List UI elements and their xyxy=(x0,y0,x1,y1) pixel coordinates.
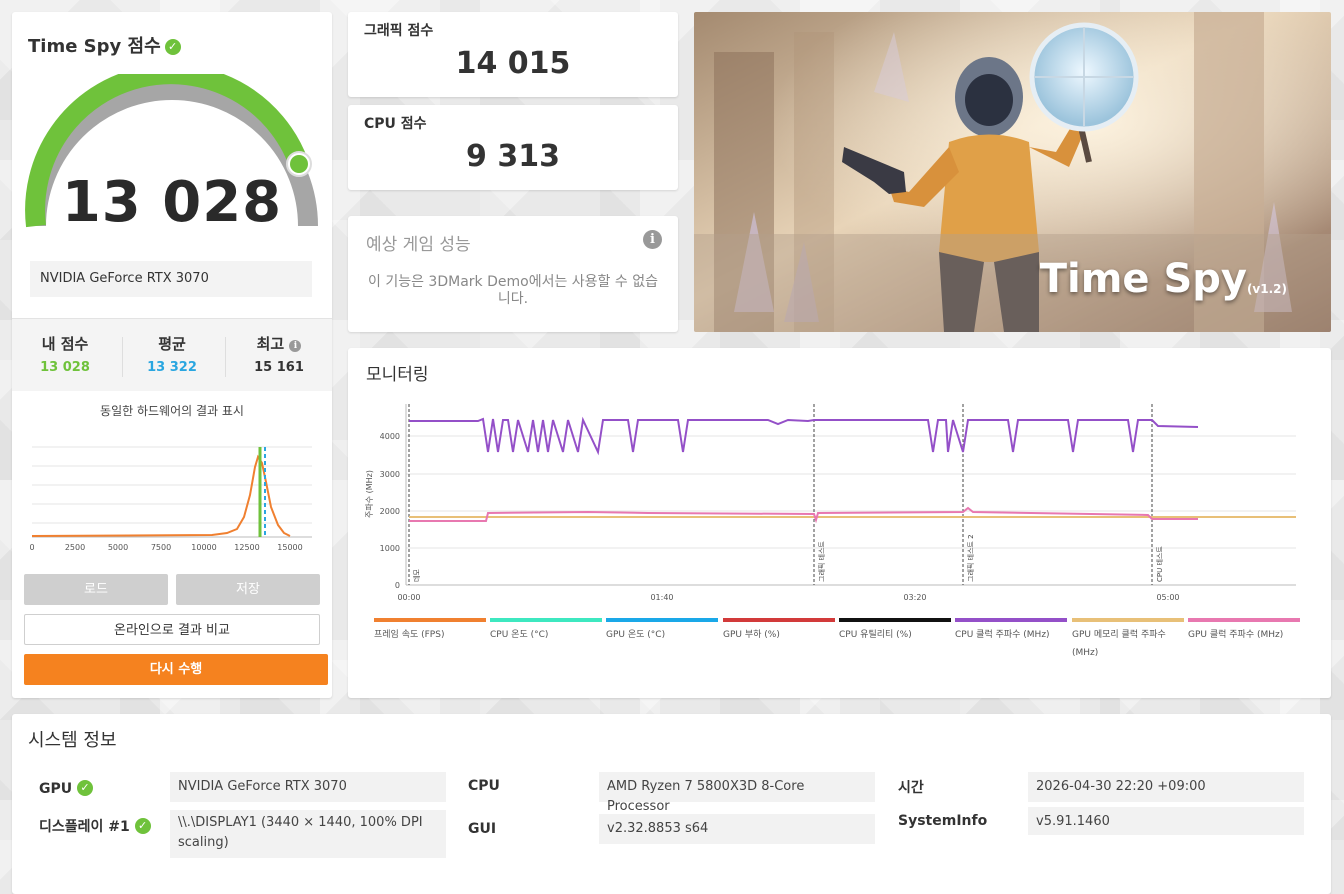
check-icon: ✓ xyxy=(164,39,181,55)
systeminfo-value: v5.91.1460 xyxy=(1028,807,1304,835)
stat-average: 평균 13 322 xyxy=(147,335,197,375)
gpu-label: GPU ✓ xyxy=(39,780,93,797)
phase-marker: 그래픽 테스트 2 xyxy=(966,534,975,582)
legend-item: CPU 클럭 주파수 (MHz) xyxy=(955,618,1067,644)
gui-value: v2.32.8853 s64 xyxy=(599,814,875,844)
monitoring-chart: 0 1000 2000 3000 4000 주파수 (MHz) 00:00 01… xyxy=(365,404,1296,602)
cpu-score-value: 9 313 xyxy=(466,139,560,174)
system-info-panel: 시스템 정보 GPU ✓ NVIDIA GeForce RTX 3070 디스플… xyxy=(12,714,1331,894)
legend-item: GPU 온도 (°C) xyxy=(606,618,718,644)
display-label: 디스플레이 #1 ✓ xyxy=(39,816,151,836)
load-button[interactable]: 로드 xyxy=(24,574,168,605)
phase-marker: 그래픽 테스트 xyxy=(817,541,826,582)
y-tick: 4000 xyxy=(380,432,400,441)
check-icon: ✓ xyxy=(134,818,151,834)
gpu-value: NVIDIA GeForce RTX 3070 xyxy=(170,772,446,802)
banner-title: Time Spy xyxy=(1039,256,1247,302)
score-panel: Time Spy 점수 ✓ 13 028 NVIDIA GeForce RTX 3… xyxy=(12,12,332,698)
cpu-score-title: CPU 점수 xyxy=(364,116,427,132)
hist-tick: 15000 xyxy=(277,543,302,552)
x-tick: 01:40 xyxy=(650,593,673,602)
cpu-label: CPU xyxy=(468,778,500,794)
monitoring-title: 모니터링 xyxy=(366,365,429,385)
total-score: 13 028 xyxy=(61,170,283,235)
graphics-score-card: 그래픽 점수 14 015 xyxy=(348,12,678,97)
hist-tick: 10000 xyxy=(191,543,216,552)
estimated-performance-title: 예상 게임 성능 xyxy=(366,235,471,255)
y-tick: 1000 xyxy=(380,544,400,553)
legend-item: 프레임 속도 (FPS) xyxy=(374,618,486,644)
system-info-title: 시스템 정보 xyxy=(28,730,117,751)
display-value: \\.\DISPLAY1 (3440 × 1440, 100% DPI scal… xyxy=(170,810,446,858)
x-tick: 05:00 xyxy=(1156,593,1179,602)
stat-my-score: 내 점수 13 028 xyxy=(40,335,90,375)
y-tick: 2000 xyxy=(380,507,400,516)
hist-tick: 2500 xyxy=(65,543,85,552)
hist-tick: 7500 xyxy=(151,543,171,552)
benchmark-banner: Time Spy (v1.2) xyxy=(694,12,1331,332)
hist-tick: 5000 xyxy=(108,543,128,552)
hist-tick: 0 xyxy=(29,543,34,552)
y-tick: 3000 xyxy=(380,470,400,479)
hist-tick: 12500 xyxy=(234,543,259,552)
info-icon[interactable]: i xyxy=(643,230,662,249)
x-tick: 00:00 xyxy=(397,593,420,602)
x-tick: 03:20 xyxy=(903,593,926,602)
check-icon: ✓ xyxy=(77,780,93,796)
estimated-performance-text: 이 기능은 3DMark Demo에서는 사용할 수 없습니다. xyxy=(368,274,658,307)
time-label: 시간 xyxy=(898,780,924,796)
gui-label: GUI xyxy=(468,821,497,837)
score-stats: 내 점수 13 028 평균 13 322 최고 i 15 161 xyxy=(12,318,332,391)
monitoring-panel: 모니터링 0 1000 2000 3000 4000 주파수 (MHz) 00:… xyxy=(348,348,1331,698)
cpu-value: AMD Ryzen 7 5800X3D 8-Core Processor xyxy=(599,772,875,814)
banner-version: (v1.2) xyxy=(1246,282,1287,296)
info-icon[interactable]: i xyxy=(289,340,302,352)
compare-online-button[interactable]: 온라인으로 결과 비교 xyxy=(24,614,320,645)
y-tick: 0 xyxy=(395,581,400,590)
score-histogram: 0 2500 5000 7500 10000 12500 15000 xyxy=(29,446,312,552)
cpu-score-card: CPU 점수 9 313 xyxy=(348,105,678,190)
save-button[interactable]: 저장 xyxy=(176,574,320,605)
graphics-score-value: 14 015 xyxy=(455,46,571,81)
y-axis-label: 주파수 (MHz) xyxy=(365,470,374,518)
time-value: 2026-04-30 22:20 +09:00 xyxy=(1028,772,1304,802)
histogram-curve xyxy=(31,454,291,537)
histogram-title: 동일한 하드웨어의 결과 표시 xyxy=(100,404,244,418)
legend-item: CPU 유틸리티 (%) xyxy=(839,618,951,644)
series-gpu-clock xyxy=(409,506,1198,524)
score-title: Time Spy 점수 ✓ xyxy=(28,32,181,58)
gpu-name: NVIDIA GeForce RTX 3070 xyxy=(30,261,312,297)
estimated-performance-card: 예상 게임 성능 i 이 기능은 3DMark Demo에서는 사용할 수 없습… xyxy=(348,216,678,332)
legend-item: GPU 메모리 클럭 주파수 (MHz) xyxy=(1072,618,1184,662)
legend-item: GPU 클럭 주파수 (MHz) xyxy=(1188,618,1300,644)
score-title-text: Time Spy 점수 xyxy=(28,36,161,57)
stat-best: 최고 i 15 161 xyxy=(254,335,304,375)
legend-item: GPU 부하 (%) xyxy=(723,618,835,644)
systeminfo-label: SystemInfo xyxy=(898,813,988,829)
phase-marker: CPU 테스트 xyxy=(1156,546,1164,582)
phase-marker: 데모 xyxy=(413,569,421,582)
legend-item: CPU 온도 (°C) xyxy=(490,618,602,644)
rerun-button[interactable]: 다시 수행 xyxy=(24,654,328,685)
graphics-score-title: 그래픽 점수 xyxy=(364,23,434,39)
